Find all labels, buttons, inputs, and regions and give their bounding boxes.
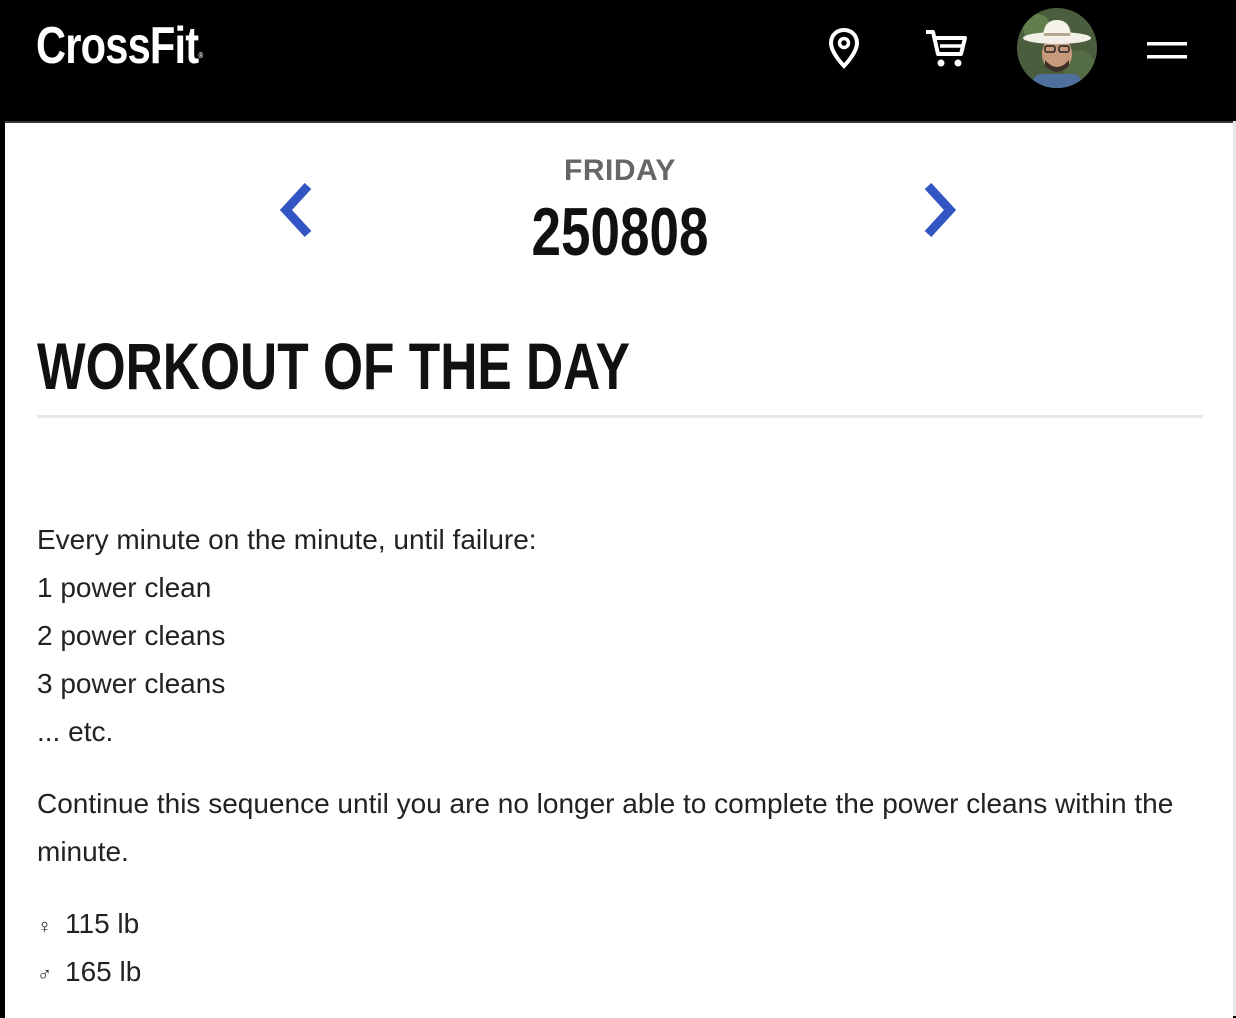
male-symbol-icon: ♂ [37,964,52,986]
site-header: CrossFit® [0,0,1236,121]
avatar[interactable] [1017,8,1097,88]
workout-line: Every minute on the minute, until failur… [37,524,537,555]
weight-male: ♂ 165 lb [37,948,1207,996]
workout-line: ... etc. [37,716,114,747]
weight-female: ♀ 115 lb [37,900,1207,948]
location-pin-icon[interactable] [822,24,866,72]
workout-line: 2 power cleans [37,620,226,651]
workout-instructions: Continue this sequence until you are no … [37,788,1174,867]
hamburger-menu-icon[interactable] [1142,36,1192,66]
weight-list: ♀ 115 lb ♂ 165 lb [37,900,1207,996]
weight-value: 165 lb [65,956,142,987]
chevron-right-icon [924,182,957,238]
workout-description: Every minute on the minute, until failur… [37,516,1207,756]
female-symbol-icon: ♀ [37,916,52,938]
title-divider [37,415,1203,418]
shopping-cart-icon[interactable] [921,24,971,72]
page-title: WORKOUT OF THE DAY [37,329,630,403]
next-day-button[interactable] [918,178,962,242]
crossfit-logo[interactable]: CrossFit® [36,18,203,74]
workout-line: 3 power cleans [37,668,226,699]
previous-day-button[interactable] [274,178,318,242]
date-code: 250808 [531,194,709,270]
weight-value: 115 lb [65,908,140,939]
day-name: FRIDAY [564,154,676,187]
chevron-left-icon [279,182,312,238]
workout-line: 1 power clean [37,572,212,603]
